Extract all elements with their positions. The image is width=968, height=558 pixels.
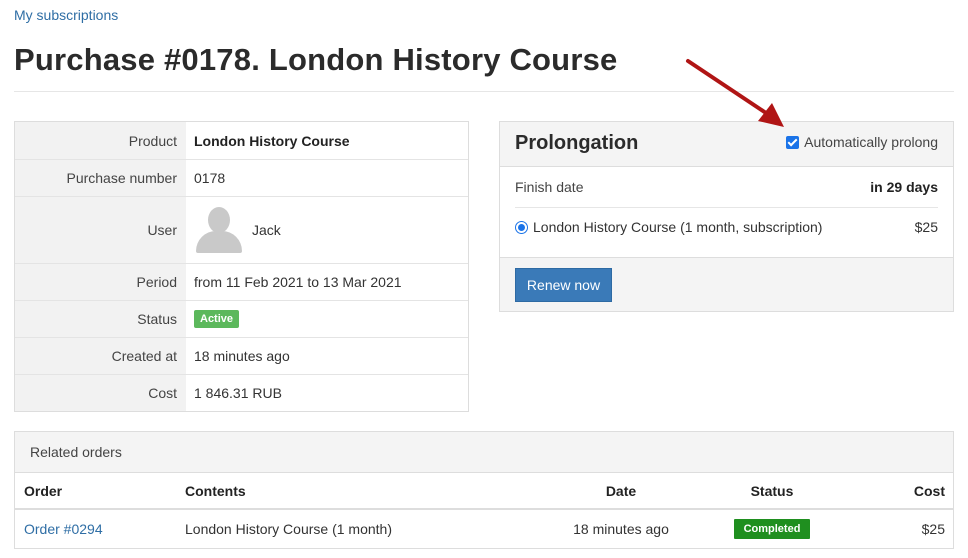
prolongation-footer: Renew now [500,257,953,311]
completed-badge: Completed [733,519,811,539]
column-order: Order [24,482,63,499]
column-date: Date [605,482,637,499]
breadcrumb-my-subscriptions[interactable]: My subscriptions [14,7,118,23]
period-value: from 11 Feb 2021 to 13 Mar 2021 [194,274,402,290]
contents-cell: London History Course (1 month) [185,521,392,537]
auto-prolong-label[interactable]: Automatically prolong [804,134,938,150]
column-status: Status [750,482,794,499]
plan-price: $25 [914,219,938,235]
status-badge: Active [194,310,240,328]
finish-date-label: Finish date [515,179,584,195]
column-cost: Cost [913,482,945,499]
user-avatar-icon [194,205,244,255]
table-row: Order #0294 London History Course (1 mon… [15,510,953,548]
details-row-user: User Jack [15,196,468,263]
details-row-status: Status Active [15,300,468,337]
finish-date-value: in 29 days [870,179,938,195]
cost-value: 1 846.31 RUB [194,385,282,401]
purchase-details-table: Product London History Course Purchase n… [14,121,469,412]
user-label: User [15,197,186,263]
column-contents: Contents [185,482,246,499]
title-divider [14,91,954,92]
finish-date-row: Finish date in 29 days [515,167,938,208]
auto-prolong-checkbox[interactable] [786,135,800,149]
prolongation-title: Prolongation [515,132,639,154]
auto-prolong-toggle[interactable]: Automatically prolong [786,134,938,150]
cost-label: Cost [15,375,186,411]
status-value-cell: Active [186,301,468,337]
prolongation-body: Finish date in 29 days London History Co… [500,167,953,257]
plan-option-row[interactable]: London History Course (1 month, subscrip… [515,208,938,246]
page-title: Purchase #0178. London History Course [14,42,618,77]
user-name: Jack [252,222,281,238]
created-label: Created at [15,338,186,374]
plan-label[interactable]: London History Course (1 month, subscrip… [533,219,822,235]
product-value: London History Course [194,132,350,149]
details-row-cost: Cost 1 846.31 RUB [15,374,468,411]
prolongation-panel: Prolongation Automatically prolong Finis… [499,121,954,312]
user-value-cell: Jack [186,197,468,263]
details-row-purchase-number: Purchase number 0178 [15,159,468,196]
created-value: 18 minutes ago [194,348,290,364]
purchase-number-value: 0178 [194,170,226,186]
purchase-number-label: Purchase number [15,160,186,196]
plan-radio[interactable] [515,220,528,234]
status-cell: Completed [687,519,857,539]
related-orders-title: Related orders [15,432,953,473]
details-row-created: Created at 18 minutes ago [15,337,468,374]
product-label: Product [15,122,186,159]
period-label: Period [15,264,186,300]
order-link[interactable]: Order #0294 [24,521,103,537]
related-orders-header-row: Order Contents Date Status Cost [15,473,953,510]
date-cell: 18 minutes ago [573,521,669,537]
order-cell: Order #0294 [15,521,185,537]
details-row-product: Product London History Course [15,122,468,159]
related-orders-panel: Related orders Order Contents Date Statu… [14,431,954,549]
annotation-arrow-icon [686,59,784,127]
details-row-period: Period from 11 Feb 2021 to 13 Mar 2021 [15,263,468,300]
status-label: Status [15,301,186,337]
cost-cell: $25 [921,521,945,537]
plan-option[interactable]: London History Course (1 month, subscrip… [515,219,822,235]
renew-now-button[interactable]: Renew now [515,268,612,302]
